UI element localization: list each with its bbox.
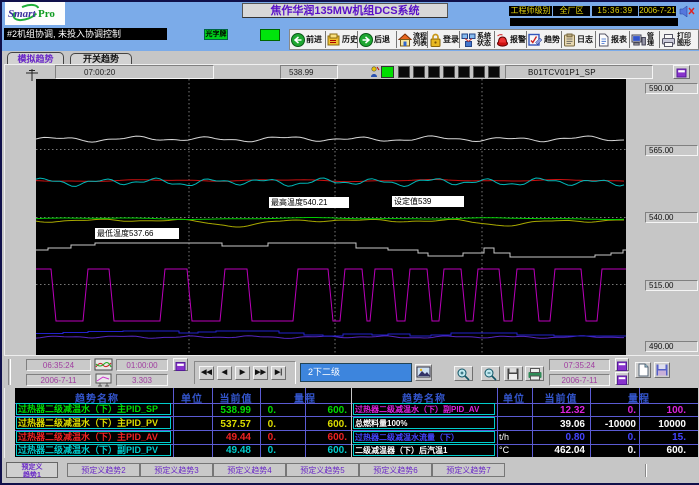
svg-text:Pro: Pro [38, 8, 55, 20]
svg-text:Smart: Smart [8, 8, 36, 20]
